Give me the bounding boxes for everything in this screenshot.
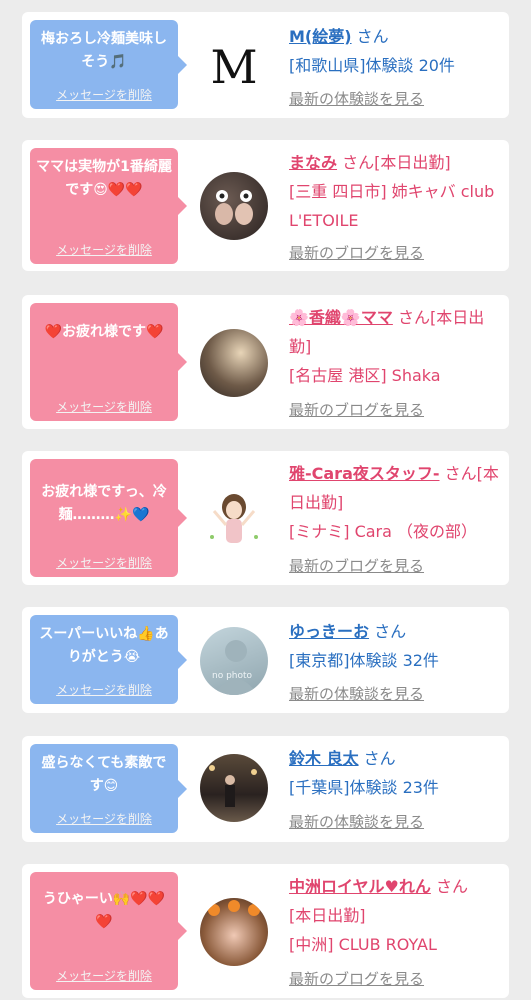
message-text: スーパーいいね👍ありがとう😭 — [39, 626, 169, 665]
delete-message-link[interactable]: メッセージを削除 — [30, 398, 178, 415]
view-latest-link[interactable]: 最新の体験談を見る — [289, 683, 424, 704]
user-name-link[interactable]: ゆっきーお — [289, 622, 369, 641]
delete-message-link[interactable]: メッセージを削除 — [30, 681, 178, 698]
view-latest-link[interactable]: 最新の体験談を見る — [289, 811, 424, 832]
avatar-photo — [208, 900, 260, 916]
user-info: まなみ さん[本日出勤] [三重 四日市] 姉キャバ club L'ETOILE — [289, 148, 501, 235]
user-name-link[interactable]: 鈴木 良太 — [289, 749, 359, 768]
message-card: うひゃーい🙌❤️❤️❤️ メッセージを削除 中洲ロイヤル♥れん さん [本日出勤… — [22, 864, 509, 998]
view-latest-link[interactable]: 最新の体験談を見る — [289, 88, 424, 109]
message-bubble: スーパーいいね👍ありがとう😭 メッセージを削除 — [30, 615, 187, 704]
message-bubble: 盛らなくても素敵です😊 メッセージを削除 — [30, 744, 187, 833]
avatar[interactable]: no photo — [200, 627, 268, 695]
avatar-illustration — [210, 494, 258, 543]
message-card: 盛らなくても素敵です😊 メッセージを削除 鈴木 良太 さん [千葉県]体験談 2… — [22, 736, 509, 842]
view-latest-link[interactable]: 最新のブログを見る — [289, 242, 424, 263]
avatar[interactable] — [200, 898, 268, 966]
message-card: ママは実物が1番綺麗です😍❤️❤️ メッセージを削除 まなみ さん[本日出勤] … — [22, 140, 509, 271]
avatar-photo — [209, 765, 257, 807]
user-detail: [本日出勤] — [289, 906, 366, 925]
user-detail: [三重 四日市] 姉キャバ club L'ETOILE — [289, 182, 495, 230]
user-name-link[interactable]: 中洲ロイヤル♥れん — [289, 877, 431, 896]
message-card: スーパーいいね👍ありがとう😭 メッセージを削除 no photo ゆっきーお さ… — [22, 607, 509, 713]
message-bubble: 梅おろし冷麺美味しそう🎵 メッセージを削除 — [30, 20, 187, 109]
message-card: ❤️お疲れ様です❤️ メッセージを削除 🌸香織🌸ママ さん[本日出勤] [名古屋… — [22, 295, 509, 429]
avatar[interactable] — [200, 172, 268, 240]
user-info: 鈴木 良太 さん [千葉県]体験談 23件 — [289, 744, 501, 802]
delete-message-link[interactable]: メッセージを削除 — [30, 241, 178, 258]
message-bubble: うひゃーい🙌❤️❤️❤️ メッセージを削除 — [30, 872, 187, 990]
no-photo-icon — [214, 640, 258, 695]
delete-message-link[interactable]: メッセージを削除 — [30, 86, 178, 103]
user-info: ゆっきーお さん [東京都]体験談 32件 — [289, 617, 501, 675]
message-text: 盛らなくても素敵です😊 — [41, 755, 167, 794]
honorific: さん — [363, 749, 396, 768]
message-text: お疲れ様ですっ、冷麺………✨💙 — [41, 484, 167, 523]
user-name-link[interactable]: まなみ — [289, 153, 337, 172]
user-info: 中洲ロイヤル♥れん さん [本日出勤] [中洲] CLUB ROYAL — [289, 872, 501, 959]
message-bubble: ママは実物が1番綺麗です😍❤️❤️ メッセージを削除 — [30, 148, 187, 264]
avatar-photo — [215, 190, 253, 225]
view-latest-link[interactable]: 最新のブログを見る — [289, 399, 424, 420]
user-name-link[interactable]: 🌸香織🌸ママ — [289, 308, 393, 327]
message-bubble: ❤️お疲れ様です❤️ メッセージを削除 — [30, 303, 187, 421]
user-info: 雅-Cara夜スタッフ- さん[本日出勤] [ミナミ] Cara （夜の部） — [289, 459, 501, 546]
view-latest-link[interactable]: 最新のブログを見る — [289, 555, 424, 576]
user-detail: [千葉県]体験談 23件 — [289, 778, 439, 797]
avatar[interactable] — [200, 329, 268, 397]
avatar[interactable]: M — [200, 34, 268, 102]
message-text: ❤️お疲れ様です❤️ — [44, 324, 164, 340]
user-detail-2: [中洲] CLUB ROYAL — [289, 935, 437, 954]
user-name-link[interactable]: 雅-Cara夜スタッフ- — [289, 464, 440, 483]
delete-message-link[interactable]: メッセージを削除 — [30, 554, 178, 571]
user-detail: [名古屋 港区] Shaka — [289, 366, 441, 385]
delete-message-link[interactable]: メッセージを削除 — [30, 810, 178, 827]
avatar[interactable] — [200, 754, 268, 822]
message-text: うひゃーい🙌❤️❤️❤️ — [42, 891, 166, 930]
message-bubble: お疲れ様ですっ、冷麺………✨💙 メッセージを削除 — [30, 459, 187, 577]
avatar[interactable] — [200, 485, 268, 553]
view-latest-link[interactable]: 最新のブログを見る — [289, 968, 424, 989]
honorific: さん — [374, 622, 407, 641]
honorific: さん[本日出勤] — [342, 153, 451, 172]
message-text: 梅おろし冷麺美味しそう🎵 — [41, 31, 167, 70]
delete-message-link[interactable]: メッセージを削除 — [30, 967, 178, 984]
user-info: 🌸香織🌸ママ さん[本日出勤] [名古屋 港区] Shaka — [289, 303, 501, 390]
user-info: M(絵夢) さん [和歌山県]体験談 20件 — [289, 22, 501, 80]
user-detail: [東京都]体験談 32件 — [289, 651, 439, 670]
avatar-logo: M — [210, 40, 258, 94]
message-card: 梅おろし冷麺美味しそう🎵 メッセージを削除 M M(絵夢) さん [和歌山県]体… — [22, 12, 509, 118]
user-detail: [ミナミ] Cara （夜の部） — [289, 522, 478, 541]
honorific: さん — [356, 27, 389, 46]
message-card: お疲れ様ですっ、冷麺………✨💙 メッセージを削除 雅-Cara夜スタッフ- さん… — [22, 451, 509, 585]
honorific: さん — [435, 877, 468, 896]
message-text: ママは実物が1番綺麗です😍❤️❤️ — [36, 159, 172, 198]
user-name-link[interactable]: M(絵夢) — [289, 27, 352, 46]
user-detail: [和歌山県]体験談 20件 — [289, 56, 455, 75]
no-photo-label: no photo — [212, 671, 253, 681]
